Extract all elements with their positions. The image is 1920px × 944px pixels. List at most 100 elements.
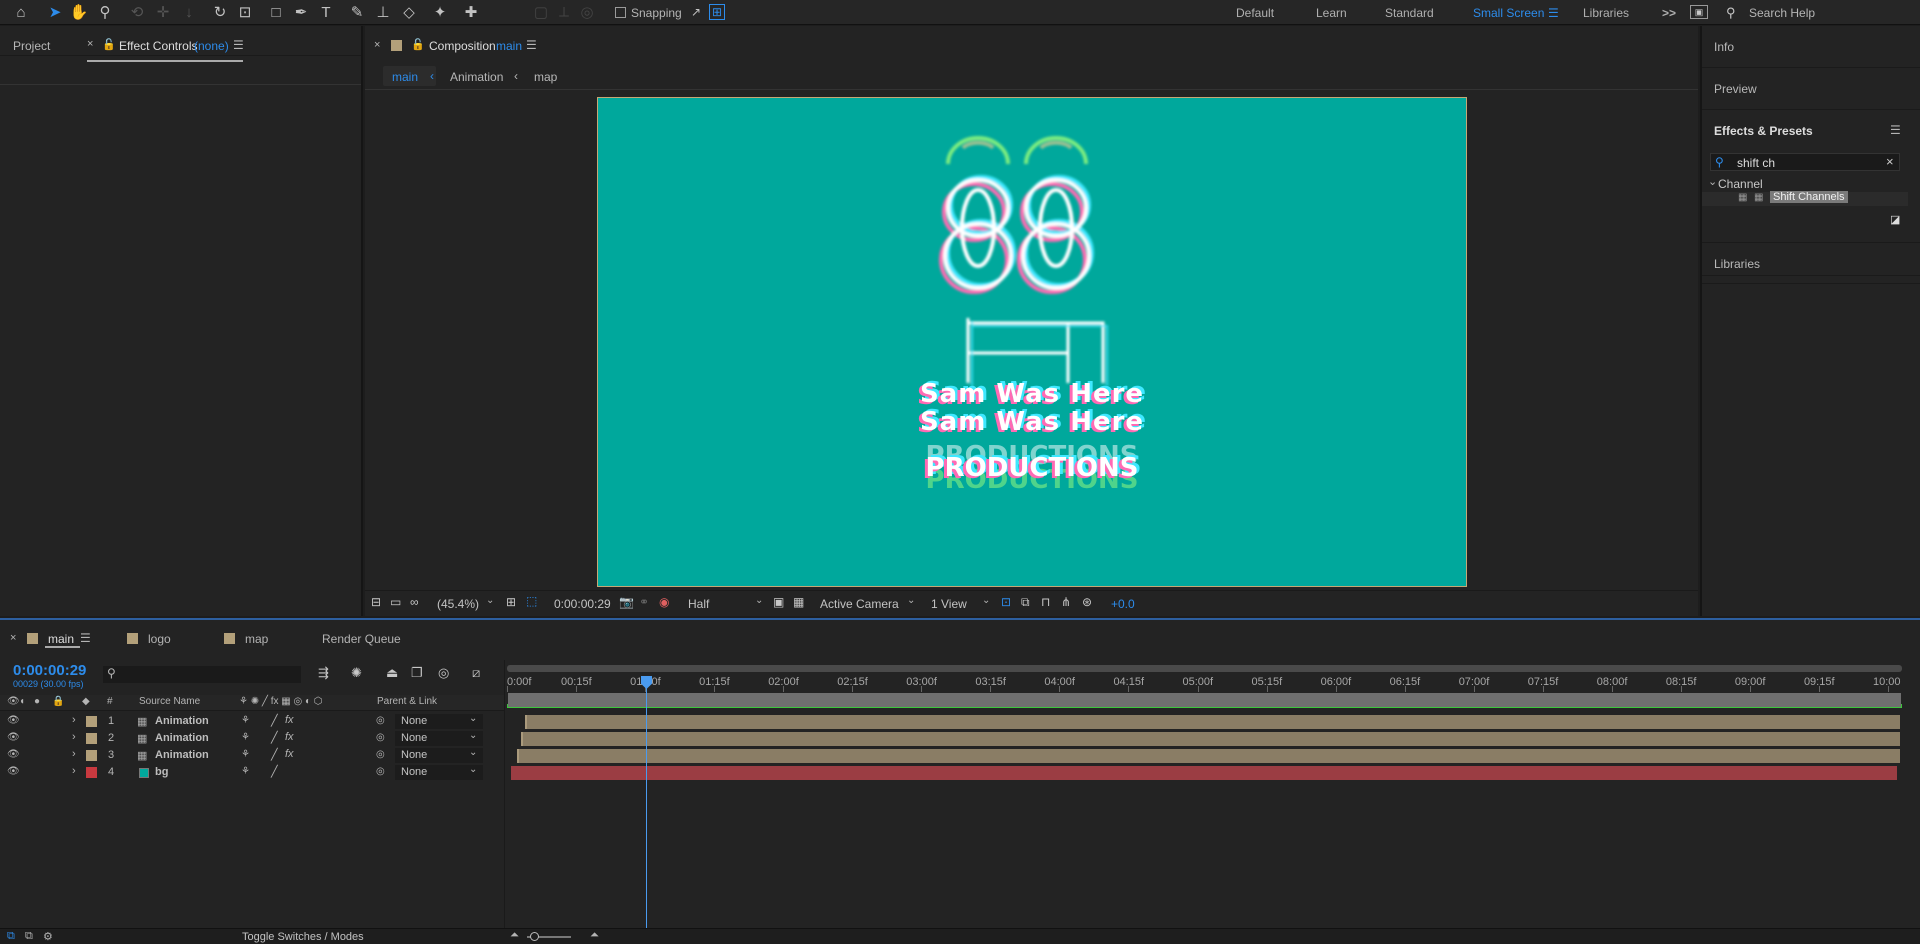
workspace-menu-icon[interactable]: ☰ <box>1548 6 1559 20</box>
chevron-right-icon[interactable]: › <box>72 748 76 760</box>
layer-bar-4[interactable] <box>511 766 1897 780</box>
workspace-overflow-icon[interactable]: >> <box>1662 6 1676 20</box>
workspace-standard[interactable]: Standard <box>1385 6 1434 20</box>
panel-menu-icon[interactable]: ☰ <box>526 38 537 52</box>
resolution-dropdown[interactable]: Half <box>688 597 709 611</box>
flowchart-icon[interactable]: ⊓ <box>1041 595 1050 609</box>
layer-search-field[interactable]: ⚲ <box>103 666 301 683</box>
home-icon[interactable]: ⌂ <box>10 2 32 22</box>
current-time-display[interactable]: 0:00:00:29 <box>554 597 611 611</box>
lock-icon[interactable]: 🔒 <box>52 696 64 707</box>
chevron-right-icon[interactable]: › <box>72 731 76 743</box>
layer-row[interactable]: 👁 › 4 bg ⚘ ╱ ◎ None ⌄ <box>0 764 505 782</box>
quality-switch-icon[interactable]: ╱ <box>271 748 278 761</box>
snapshot-icon[interactable]: 📷 <box>619 595 634 609</box>
show-snapshot-icon[interactable]: ⚭ <box>639 595 649 609</box>
label-color-swatch[interactable] <box>86 716 97 727</box>
transparency-grid-icon[interactable]: ▦ <box>793 595 804 609</box>
parent-dropdown[interactable]: None ⌄ <box>395 747 483 763</box>
always-preview-icon[interactable]: ⊟ <box>371 595 381 609</box>
eye-icon[interactable]: 👁 <box>7 749 20 760</box>
quality-switch-icon[interactable]: ╱ <box>271 765 278 778</box>
layer-bar-2[interactable] <box>521 732 1900 746</box>
dolly-camera-icon[interactable]: ↓ <box>178 2 200 22</box>
effects-switch-icon[interactable]: fx <box>285 748 294 760</box>
workspace-small-screen[interactable]: Small Screen <box>1473 6 1544 20</box>
pan-camera-icon[interactable]: ✛ <box>152 2 174 22</box>
graph-editor-icon[interactable]: ⧄ <box>472 665 480 681</box>
region-of-interest-icon[interactable]: ⬚ <box>526 594 537 608</box>
effects-switch-icon[interactable]: fx <box>285 731 294 743</box>
mask-visibility-icon[interactable]: ∞ <box>410 595 419 609</box>
clear-search-icon[interactable]: × <box>1886 154 1894 169</box>
effects-switch-icon[interactable]: fx <box>285 714 294 726</box>
shy-switch-icon[interactable]: ⚘ <box>241 766 250 777</box>
snap-grid-icon[interactable]: ⊞ <box>709 4 725 20</box>
pick-whip-icon[interactable]: ◎ <box>376 749 385 760</box>
comp-tab-name[interactable]: main <box>496 39 522 53</box>
eye-icon[interactable]: 👁 <box>7 696 20 707</box>
view-layout-dropdown[interactable]: 1 View <box>931 597 967 611</box>
selection-tool-icon[interactable]: ➤ <box>44 2 66 22</box>
chevron-right-icon[interactable]: › <box>72 714 76 726</box>
preview-panel[interactable]: Preview <box>1702 68 1920 110</box>
rectangle-tool-icon[interactable]: □ <box>265 2 287 22</box>
fast-previews-icon[interactable]: ▣ <box>773 595 784 609</box>
pick-whip-icon[interactable]: ◎ <box>376 732 385 743</box>
lock-icon[interactable]: 🔓 <box>102 38 116 51</box>
label-color-swatch[interactable] <box>86 733 97 744</box>
exposure-reset-icon[interactable]: ⊛ <box>1082 595 1092 609</box>
effects-search-field[interactable]: ⚲ shift ch × <box>1710 153 1900 171</box>
label-color-swatch[interactable] <box>86 767 97 778</box>
anchor-point-tool-icon[interactable]: ⊡ <box>234 2 256 22</box>
channel-icon[interactable]: ◉ <box>659 595 669 609</box>
comp-tab-prefix[interactable]: Composition <box>429 39 496 53</box>
monitor-icon[interactable]: ▭ <box>390 595 401 609</box>
layer-name[interactable]: Animation <box>155 749 209 761</box>
rotation-tool-icon[interactable]: ↻ <box>209 2 231 22</box>
layer-name[interactable]: bg <box>155 766 168 778</box>
zoom-slider-handle[interactable] <box>530 932 539 941</box>
eye-icon[interactable]: 👁 <box>7 715 20 726</box>
workspace-learn[interactable]: Learn <box>1316 6 1347 20</box>
close-icon[interactable]: × <box>374 39 380 51</box>
exposure-value[interactable]: +0.0 <box>1111 597 1135 611</box>
layer-name[interactable]: Animation <box>155 715 209 727</box>
align-icon[interactable]: ▢ <box>530 2 552 22</box>
tab-effect-controls[interactable]: Effect Controls <box>119 39 197 53</box>
info-panel[interactable]: Info <box>1702 26 1920 68</box>
new-preset-icon[interactable]: ◪ <box>1890 213 1900 226</box>
quality-switch-icon[interactable]: ╱ <box>271 731 278 744</box>
shy-switch-icon[interactable]: ⚘ <box>241 732 250 743</box>
roto-brush-tool-icon[interactable]: ✦ <box>429 2 451 22</box>
snapping-checkbox[interactable] <box>615 7 626 18</box>
parent-dropdown[interactable]: None ⌄ <box>395 730 483 746</box>
parent-dropdown[interactable]: None ⌄ <box>395 713 483 729</box>
panel-menu-icon[interactable]: ☰ <box>233 38 244 52</box>
playhead-line[interactable] <box>646 676 647 928</box>
breadcrumb-main[interactable]: main <box>392 70 418 84</box>
layer-name[interactable]: Animation <box>155 732 209 744</box>
draft-3d-icon[interactable]: ⧉ <box>1021 595 1030 610</box>
quality-switch-icon[interactable]: ╱ <box>271 714 278 727</box>
shy-layers-icon[interactable]: ⏏ <box>386 665 398 681</box>
chevron-right-icon[interactable]: › <box>72 765 76 777</box>
frame-blending-icon[interactable]: ❐ <box>411 665 423 681</box>
world-axis-icon[interactable]: ◎ <box>576 2 598 22</box>
comp-flowchart-icon[interactable]: ⋔ <box>1061 595 1071 609</box>
fit-icon[interactable]: ⊞ <box>506 595 516 609</box>
layer-bar-3[interactable] <box>517 749 1900 763</box>
breadcrumb-map[interactable]: map <box>534 70 557 84</box>
panel-menu-icon[interactable]: ☰ <box>1890 123 1901 137</box>
current-time[interactable]: 0:00:00:29 <box>13 662 86 679</box>
zoom-in-icon[interactable]: ⏶ <box>590 929 599 942</box>
column-source-name[interactable]: Source Name <box>139 696 200 707</box>
magnification-dropdown[interactable]: (45.4%) <box>437 597 479 611</box>
close-icon[interactable]: × <box>87 38 93 50</box>
pick-whip-icon[interactable]: ◎ <box>376 715 385 726</box>
timeline-tab-logo[interactable]: logo <box>148 632 171 646</box>
composition-viewer[interactable]: Sam Was Here Sam Was Here PRODUCTIONS <box>597 97 1467 587</box>
layer-row[interactable]: 👁 › 3 ▦ Animation ⚘ ╱ fx ◎ None ⌄ <box>0 747 505 765</box>
in-out-icon[interactable]: ⚙ <box>43 930 53 943</box>
motion-blur-icon[interactable]: ◎ <box>438 665 449 681</box>
